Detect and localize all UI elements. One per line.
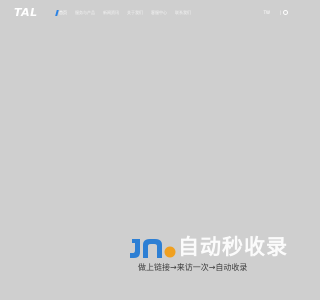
globe-icon[interactable] [283,10,288,15]
nav-item-services[interactable]: 服务与产品 [75,9,95,17]
watermark-title: 自动秒收录 [178,235,288,259]
nav-item-contact[interactable]: 联系我们 [175,9,191,17]
nav-item-home[interactable]: 首页 [56,9,67,17]
watermark: 自动秒收录 做上链接→来访一次→自动收录 [128,232,287,280]
nav-item-about[interactable]: 关于我们 [127,9,143,17]
nav-item-news[interactable]: 新闻资讯 [103,9,119,17]
watermark-subtitle: 做上链接→来访一次→自动收录 [138,263,248,272]
top-bar: TAL 首页 服务与产品 新闻资讯 关于我们 客服中心 联系我们 TW | [0,0,300,26]
nav-item-support[interactable]: 客服中心 [151,9,167,17]
language-switch[interactable]: TW [264,9,270,17]
watermark-logo-icon [130,239,176,258]
language-separator: | [279,10,281,15]
site-logo[interactable]: TAL [14,6,38,19]
main-nav: 首页 服务与产品 新闻资讯 关于我们 客服中心 联系我们 [56,9,199,17]
